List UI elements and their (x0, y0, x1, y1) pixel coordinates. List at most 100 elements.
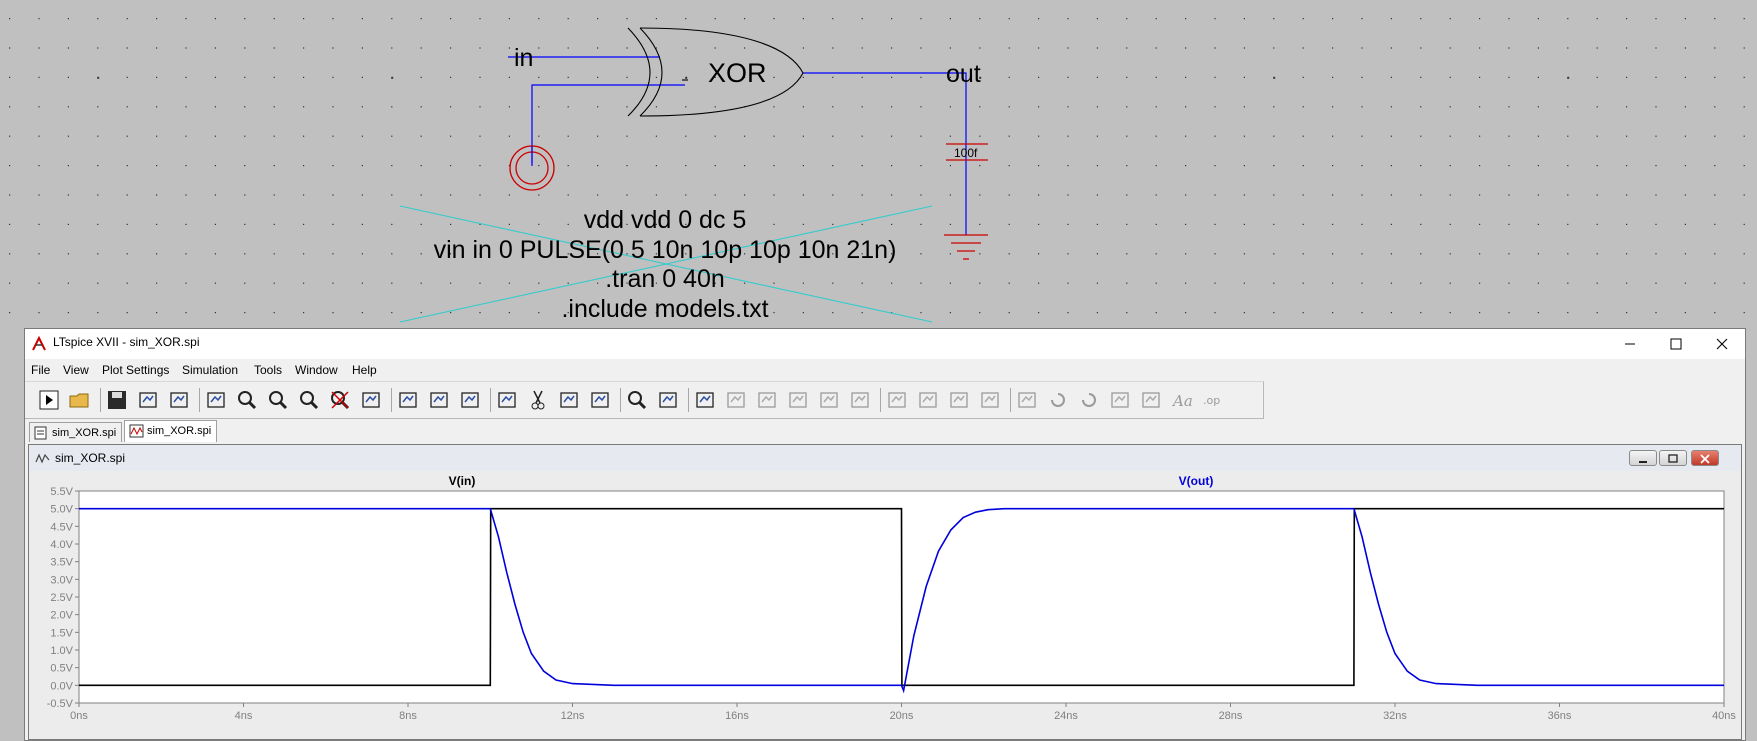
net-label-in[interactable]: in (514, 44, 533, 72)
grid-dot (714, 106, 716, 108)
grid-dot (508, 312, 510, 314)
title-bar[interactable]: LTspice XVII - sim_XOR.spi (25, 329, 1745, 359)
cascade-button[interactable] (495, 388, 519, 412)
waveform-plot[interactable]: 5.5V 5.0V 4.5V 4.0V 3.5V 3.0V 2.5V 2.0V 1.5V 1.0V… (29, 471, 1743, 741)
redo-button[interactable] (1077, 388, 1101, 412)
grid-dot (1302, 135, 1304, 137)
drag-button[interactable] (1015, 388, 1039, 412)
save-button[interactable] (105, 388, 129, 412)
grid-dot (1684, 253, 1686, 255)
grid-dot (685, 106, 687, 108)
halt-button[interactable] (167, 388, 191, 412)
child-restore-button[interactable] (1659, 450, 1687, 466)
grid-dot (1243, 253, 1245, 255)
rotate-button[interactable] (1108, 388, 1132, 412)
grid-dot (1567, 223, 1569, 225)
minimize-button[interactable] (1607, 329, 1653, 359)
zoom-fit-button[interactable] (328, 388, 352, 412)
plot-window-title-bar[interactable]: sim_XOR.spi (29, 445, 1741, 471)
capacitor-value[interactable]: 100f (954, 146, 978, 160)
move-button[interactable] (978, 388, 1002, 412)
grid-dot (126, 47, 128, 49)
grid-dot (655, 106, 657, 108)
menu-tools[interactable]: Tools (254, 363, 282, 377)
net-label-out[interactable]: out (946, 60, 981, 88)
grid-dot (1508, 194, 1510, 196)
grid-dot (273, 282, 275, 284)
tile-horizontal-button[interactable] (427, 388, 451, 412)
menu-simulation[interactable]: Simulation (182, 363, 238, 377)
grid-dot (185, 135, 187, 137)
grid-dot (744, 194, 746, 196)
measure-button[interactable] (396, 388, 420, 412)
drag-icon (1018, 392, 1036, 408)
tab-schematic[interactable]: sim_XOR.spi (29, 422, 122, 442)
wire-button[interactable] (724, 388, 748, 412)
mirror-button[interactable] (1139, 388, 1163, 412)
grid-dot (1508, 18, 1510, 20)
grid-dot (1390, 194, 1392, 196)
zoom-in-button[interactable] (235, 388, 259, 412)
diode-button[interactable] (916, 388, 940, 412)
copy-button[interactable] (557, 388, 581, 412)
label-button[interactable] (786, 388, 810, 412)
grid-dot (244, 47, 246, 49)
grid-dot (1155, 76, 1157, 78)
grid-dot (1243, 18, 1245, 20)
capacitor-button[interactable] (848, 388, 872, 412)
child-close-button[interactable] (1691, 450, 1719, 466)
maximize-button[interactable] (1653, 329, 1699, 359)
zoom-out-button[interactable] (297, 388, 321, 412)
open-button[interactable] (68, 388, 92, 412)
menu-help[interactable]: Help (352, 363, 377, 377)
grid-dot (450, 194, 452, 196)
grid-dot (303, 135, 305, 137)
undo-button[interactable] (1046, 388, 1070, 412)
grid-dot (1038, 223, 1040, 225)
grid-dot (891, 106, 893, 108)
grid-dot (1332, 18, 1334, 20)
trace-label-vin[interactable]: V(in) (449, 474, 476, 488)
grid-dot (949, 312, 951, 314)
paste-button[interactable] (588, 388, 612, 412)
grid-dot (832, 18, 834, 20)
menu-window[interactable]: Window (295, 363, 338, 377)
tile-vertical-button[interactable] (458, 388, 482, 412)
grid-dot (920, 282, 922, 284)
cut-button[interactable] (526, 388, 550, 412)
child-minimize-button[interactable] (1629, 450, 1657, 466)
minimize-icon (1625, 343, 1635, 345)
close-button[interactable] (1699, 329, 1745, 359)
grid-dot (9, 135, 11, 137)
spice-directives[interactable]: vdd vdd 0 dc 5 vin in 0 PULSE(0 5 10n 10… (434, 206, 897, 323)
menu-plot-settings[interactable]: Plot Settings (102, 363, 169, 377)
grid-dot (38, 135, 40, 137)
menu-file[interactable]: File (31, 363, 50, 377)
inductor-button[interactable] (885, 388, 909, 412)
zoom-area-button[interactable] (266, 388, 290, 412)
run-button[interactable] (37, 388, 61, 412)
grid-dot (1596, 253, 1598, 255)
grid-dot (1390, 135, 1392, 137)
control-panel-button[interactable] (136, 388, 160, 412)
print-preview-button[interactable] (693, 388, 717, 412)
pan-button[interactable] (204, 388, 228, 412)
trace-label-vout[interactable]: V(out) (1179, 474, 1214, 488)
grid-dot (1126, 18, 1128, 20)
spice-directive-button[interactable]: .op (1201, 388, 1225, 412)
grid-dot (1008, 223, 1010, 225)
text-button[interactable]: Aa (1170, 388, 1194, 412)
grid-dot (1096, 76, 1098, 78)
tab-waveform[interactable]: sim_XOR.spi (124, 420, 217, 442)
resistor-button[interactable] (817, 388, 841, 412)
print-button[interactable] (656, 388, 680, 412)
grid-dot (1508, 47, 1510, 49)
grid-dot (1537, 282, 1539, 284)
grid-dot (1567, 135, 1569, 137)
component-button[interactable] (947, 388, 971, 412)
menu-view[interactable]: View (63, 363, 89, 377)
ground-button[interactable] (755, 388, 779, 412)
tile-vertical-icon (461, 392, 479, 408)
autorange-button[interactable] (359, 388, 383, 412)
find-button[interactable] (625, 388, 649, 412)
